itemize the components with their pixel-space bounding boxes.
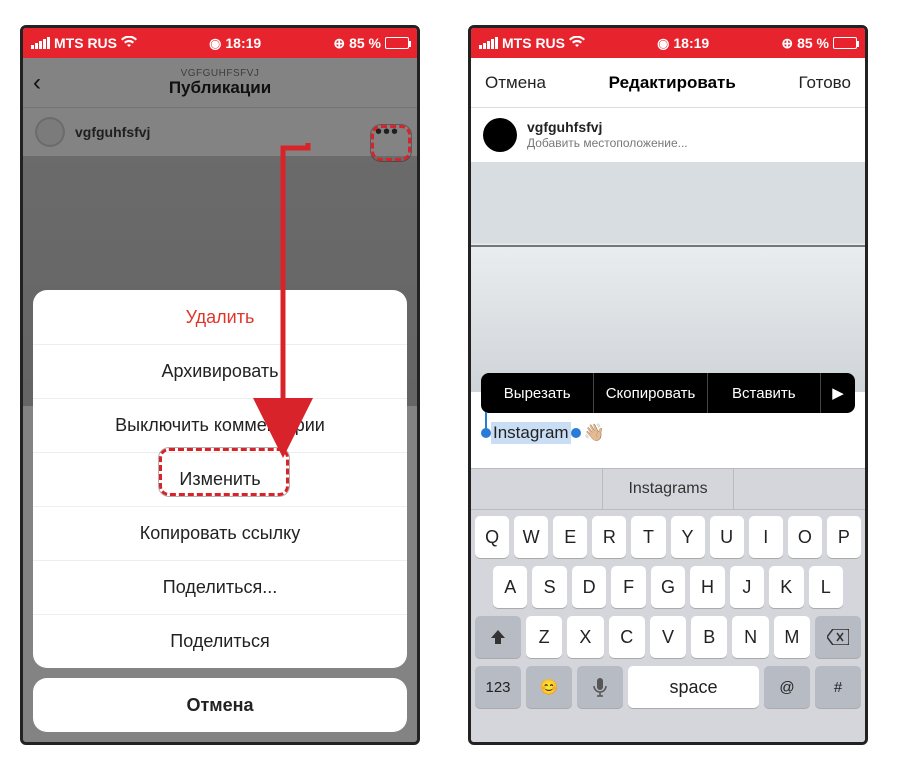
menu-copy[interactable]: Скопировать [594,373,707,413]
edit-user-row: vgfguhfsfvj Добавить местоположение... [471,108,865,162]
key-emoji[interactable]: 😊 [526,666,572,708]
key-q[interactable]: Q [475,516,509,558]
time-label: 18:19 [225,35,261,51]
nav-title: Редактировать [609,73,736,93]
record-icon: ◉ [209,35,221,52]
suggestion-right[interactable] [734,469,865,509]
record-icon: ◉ [657,35,669,52]
caption-selected-text: Instagram [491,422,571,444]
alarm-icon: ⊕ [333,35,345,52]
menu-more-icon[interactable]: ▶ [821,384,855,402]
phone-left: MTS RUS ◉ 18:19 ⊕ 85 % ‹ VGFGUHFSFVJ Пуб… [20,25,420,745]
key-s[interactable]: S [532,566,566,608]
key-l[interactable]: L [809,566,843,608]
wifi-icon [569,35,585,51]
key-v[interactable]: V [650,616,686,658]
edit-nav-bar: Отмена Редактировать Готово [471,58,865,108]
post-photo [471,162,865,392]
key-h[interactable]: H [690,566,724,608]
sheet-edit[interactable]: Изменить [33,452,407,506]
suggestion-left[interactable] [471,469,603,509]
key-shift-icon[interactable] [475,616,521,658]
key-space[interactable]: space [628,666,759,708]
key-k[interactable]: K [769,566,803,608]
key-backspace-icon[interactable] [815,616,861,658]
keyboard: QWERTYUIOP ASDFGHJKL ZXCVBNM 123 😊 space… [471,510,865,742]
sheet-delete[interactable]: Удалить [33,290,407,344]
key-y[interactable]: Y [671,516,705,558]
action-sheet: Удалить Архивировать Выключить комментар… [33,290,407,732]
avatar[interactable] [483,118,517,152]
username-label: vgfguhfsfvj [527,119,688,136]
key-i[interactable]: I [749,516,783,558]
key-b[interactable]: B [691,616,727,658]
add-location-link[interactable]: Добавить местоположение... [527,136,688,150]
sheet-share-2[interactable]: Поделиться [33,614,407,668]
wifi-icon [121,35,137,51]
key-m[interactable]: M [774,616,810,658]
key-g[interactable]: G [651,566,685,608]
carrier-label: MTS RUS [502,35,565,51]
key-t[interactable]: T [631,516,665,558]
status-bar: MTS RUS ◉ 18:19 ⊕ 85 % [471,28,865,58]
selection-handle-right[interactable] [571,428,581,438]
signal-icon [479,37,498,49]
sheet-share-1[interactable]: Поделиться... [33,560,407,614]
key-a[interactable]: A [493,566,527,608]
key-o[interactable]: O [788,516,822,558]
sheet-comments-off[interactable]: Выключить комментарии [33,398,407,452]
key-f[interactable]: F [611,566,645,608]
key-d[interactable]: D [572,566,606,608]
text-selection-menu: Вырезать Скопировать Вставить ▶ [481,373,855,413]
caption-input[interactable]: Instagram 👋🏼 [481,422,855,444]
key-r[interactable]: R [592,516,626,558]
key-x[interactable]: X [567,616,603,658]
phone-right: MTS RUS ◉ 18:19 ⊕ 85 % Отмена Редактиров… [468,25,868,745]
time-label: 18:19 [673,35,709,51]
battery-icon [833,37,857,49]
key-w[interactable]: W [514,516,548,558]
battery-label: 85 % [797,35,829,51]
sheet-cancel[interactable]: Отмена [33,678,407,732]
key-hash[interactable]: # [815,666,861,708]
carrier-label: MTS RUS [54,35,117,51]
sheet-copy-link[interactable]: Копировать ссылку [33,506,407,560]
key-mic-icon[interactable] [577,666,623,708]
alarm-icon: ⊕ [781,35,793,52]
key-e[interactable]: E [553,516,587,558]
key-p[interactable]: P [827,516,861,558]
key-123[interactable]: 123 [475,666,521,708]
suggestion-center[interactable]: Instagrams [603,469,735,509]
menu-cut[interactable]: Вырезать [481,373,594,413]
keyboard-suggestions: Instagrams [471,468,865,510]
key-j[interactable]: J [730,566,764,608]
nav-done-button[interactable]: Готово [798,73,851,93]
key-c[interactable]: C [609,616,645,658]
nav-cancel-button[interactable]: Отмена [485,73,546,93]
menu-paste[interactable]: Вставить [708,373,821,413]
key-z[interactable]: Z [526,616,562,658]
caption-emoji: 👋🏼 [584,423,605,443]
sheet-archive[interactable]: Архивировать [33,344,407,398]
selection-handle-left[interactable] [481,428,491,438]
status-bar: MTS RUS ◉ 18:19 ⊕ 85 % [23,28,417,58]
battery-label: 85 % [349,35,381,51]
key-at[interactable]: @ [764,666,810,708]
signal-icon [31,37,50,49]
key-u[interactable]: U [710,516,744,558]
battery-icon [385,37,409,49]
key-n[interactable]: N [732,616,768,658]
